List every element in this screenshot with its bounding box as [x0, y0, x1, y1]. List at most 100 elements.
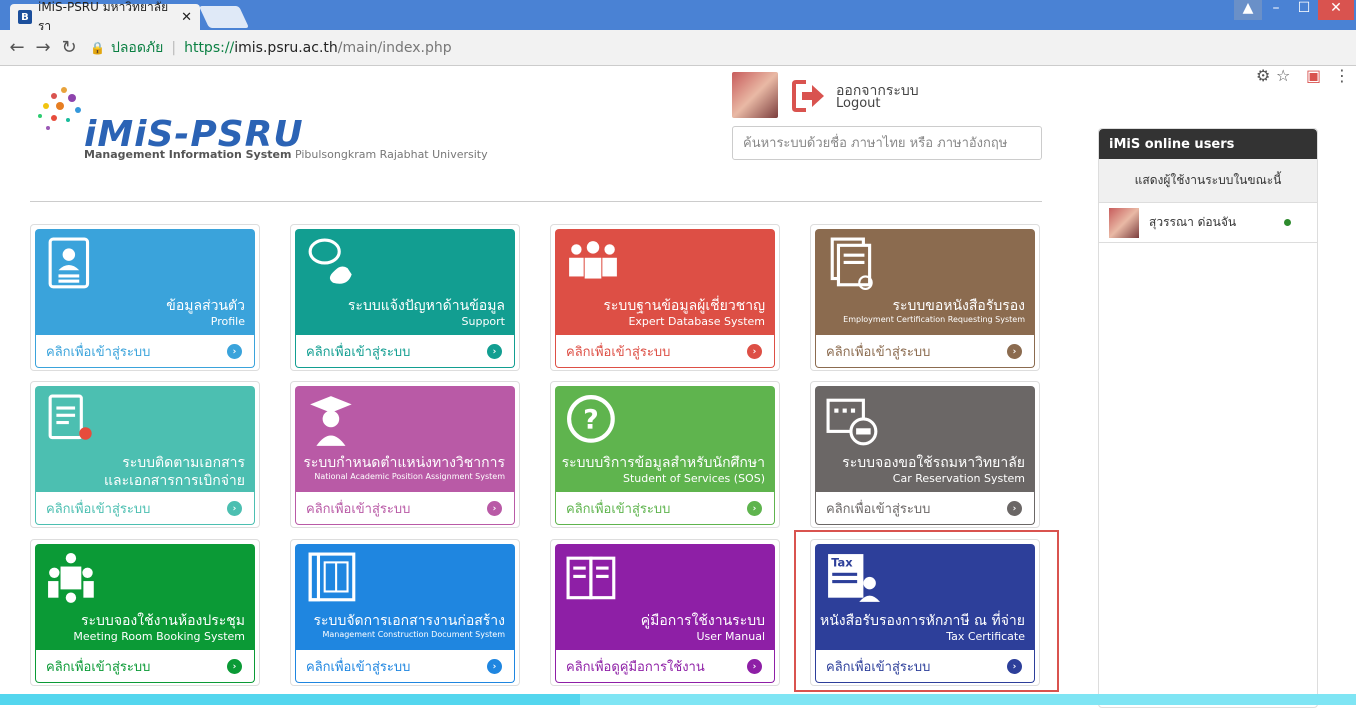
url-field[interactable]: 🔒 ปลอดภัย | https:// imis.psru.ac.th /ma…: [90, 35, 1250, 61]
system-card[interactable]: ระบบฐานข้อมูลผู้เชี่ยวชาญ Expert Database…: [550, 224, 780, 371]
card-title-en: Student of Services (SOS): [623, 472, 765, 485]
user-icon[interactable]: ▲: [1234, 0, 1262, 20]
window-controls: ▲ – ☐ ✕: [1234, 0, 1354, 20]
extension-icon[interactable]: ▣: [1306, 66, 1321, 85]
menu-icon[interactable]: ⋮: [1334, 66, 1350, 85]
avatar: [732, 72, 778, 118]
card-tile[interactable]: ข้อมูลส่วนตัว Profile: [35, 229, 255, 335]
lock-icon: 🔒: [90, 41, 105, 55]
card-title-en: Meeting Room Booking System: [73, 630, 245, 643]
logo-tag-bold: Management Information System: [84, 148, 292, 161]
online-user-name: สุวรรณา ด่อนจัน: [1149, 215, 1237, 229]
online-users-title: iMiS online users: [1099, 129, 1317, 159]
chevron-right-icon: ›: [487, 344, 502, 359]
card-title-th: คู่มือการใช้งานระบบ: [640, 613, 765, 629]
system-card[interactable]: ระบบจัดการเอกสารงานก่อสร้าง Management Co…: [290, 539, 520, 686]
url-separator: |: [171, 40, 177, 56]
card-enter-label: คลิกเพื่อเข้าสู่ระบบ: [306, 344, 411, 360]
maximize-icon[interactable]: ☐: [1290, 0, 1318, 20]
card-tile[interactable]: ระบบฐานข้อมูลผู้เชี่ยวชาญ Expert Database…: [555, 229, 775, 335]
card-title-en: Employment Certification Requesting Syst…: [843, 315, 1025, 324]
card-tile[interactable]: ระบบจองขอใช้รถมหาวิทยาลัย Car Reservation…: [815, 386, 1035, 492]
card-title-th: ข้อมูลส่วนตัว: [166, 298, 245, 314]
back-icon[interactable]: ←: [4, 37, 30, 58]
card-title-th: ระบบบริการข้อมูลสำหรับนักศึกษา: [561, 455, 765, 471]
card-enter-label: คลิกเพื่อเข้าสู่ระบบ: [826, 344, 931, 360]
close-window-icon[interactable]: ✕: [1318, 0, 1354, 20]
online-user-row: สุวรรณา ด่อนจัน: [1099, 203, 1317, 243]
experts-group-icon: [569, 241, 617, 279]
chevron-right-icon: ›: [487, 659, 502, 674]
card-tile[interactable]: ระบบขอหนังสือรับรอง Employment Certificat…: [815, 229, 1035, 335]
card-enter-label: คลิกเพื่อดูคู่มือการใช้งาน: [566, 659, 705, 675]
card-enter-label: คลิกเพื่อเข้าสู่ระบบ: [46, 659, 151, 675]
site-settings-icon[interactable]: ⚙: [1256, 66, 1270, 85]
browser-tab[interactable]: B iMiS-PSRU มหาวิทยาลัยรา ✕: [10, 0, 200, 33]
url-host: imis.psru.ac.th: [234, 40, 338, 56]
favicon-icon: B: [18, 10, 32, 24]
bookmark-star-icon[interactable]: ☆: [1276, 66, 1290, 85]
system-card[interactable]: ระบบจองใช้งานห้องประชุม Meeting Room Book…: [30, 539, 260, 686]
card-title-th: ระบบกำหนดตำแหน่งทางวิชาการ: [303, 455, 505, 471]
card-enter-link[interactable]: คลิกเพื่อเข้าสู่ระบบ ›: [555, 335, 775, 368]
card-tile[interactable]: ? ระบบบริการข้อมูลสำหรับนักศึกษา Student o…: [555, 386, 775, 492]
forward-icon[interactable]: →: [30, 37, 56, 58]
card-enter-label: คลิกเพื่อเข้าสู่ระบบ: [46, 344, 151, 360]
url-path: /main/index.php: [337, 40, 452, 56]
card-enter-label: คลิกเพื่อเข้าสู่ระบบ: [306, 501, 411, 517]
card-enter-link[interactable]: คลิกเพื่อดูคู่มือการใช้งาน ›: [555, 650, 775, 683]
card-tile[interactable]: ระบบจองใช้งานห้องประชุม Meeting Room Book…: [35, 544, 255, 650]
user-avatar: [1109, 207, 1139, 238]
chevron-right-icon: ›: [747, 501, 762, 516]
system-card[interactable]: คู่มือการใช้งานระบบ User Manual คลิกเพื่อด…: [550, 539, 780, 686]
system-card[interactable]: ? ระบบบริการข้อมูลสำหรับนักศึกษา Student o…: [550, 381, 780, 528]
chevron-right-icon: ›: [227, 501, 242, 516]
card-enter-label: คลิกเพื่อเข้าสู่ระบบ: [566, 344, 671, 360]
card-enter-label: คลิกเพื่อเข้าสู่ระบบ: [306, 659, 411, 675]
minimize-icon[interactable]: –: [1262, 0, 1290, 20]
card-title-th: ระบบแจ้งปัญหาด้านข้อมูล: [347, 298, 505, 314]
reload-icon[interactable]: ↻: [56, 37, 82, 58]
logout-icon[interactable]: [792, 80, 826, 112]
card-tile[interactable]: ระบบแจ้งปัญหาด้านข้อมูล Support: [295, 229, 515, 335]
card-tile[interactable]: ระบบจัดการเอกสารงานก่อสร้าง Management Co…: [295, 544, 515, 650]
system-card[interactable]: ระบบกำหนดตำแหน่งทางวิชาการ National Acade…: [290, 381, 520, 528]
card-enter-link[interactable]: คลิกเพื่อเข้าสู่ระบบ ›: [815, 492, 1035, 525]
card-enter-link[interactable]: คลิกเพื่อเข้าสู่ระบบ ›: [295, 492, 515, 525]
close-tab-icon[interactable]: ✕: [181, 10, 192, 25]
card-enter-label: คลิกเพื่อเข้าสู่ระบบ: [46, 501, 151, 517]
card-tile[interactable]: ระบบกำหนดตำแหน่งทางวิชาการ National Acade…: [295, 386, 515, 492]
system-card[interactable]: ข้อมูลส่วนตัว Profile คลิกเพื่อเข้าสู่ระบบ…: [30, 224, 260, 371]
card-tile[interactable]: คู่มือการใช้งานระบบ User Manual: [555, 544, 775, 650]
system-card[interactable]: ระบบขอหนังสือรับรอง Employment Certificat…: [810, 224, 1040, 371]
question-circle-icon: ?: [567, 395, 615, 443]
system-card[interactable]: ระบบแจ้งปัญหาด้านข้อมูล Support คลิกเพื่อเ…: [290, 224, 520, 371]
card-tile[interactable]: ระบบติดตามเอกสาร และเอกสารการเบิกจ่าย: [35, 386, 255, 492]
chevron-right-icon: ›: [227, 344, 242, 359]
profile-card-icon: [48, 237, 90, 289]
graduate-icon: [310, 396, 352, 446]
divider: [30, 201, 1042, 202]
chevron-right-icon: ›: [747, 659, 762, 674]
card-title-en: Expert Database System: [628, 315, 765, 328]
card-enter-link[interactable]: คลิกเพื่อเข้าสู่ระบบ ›: [295, 335, 515, 368]
card-enter-link[interactable]: คลิกเพื่อเข้าสู่ระบบ ›: [35, 650, 255, 683]
highlight-box: [794, 530, 1059, 692]
card-enter-link[interactable]: คลิกเพื่อเข้าสู่ระบบ ›: [295, 650, 515, 683]
system-card[interactable]: ระบบจองขอใช้รถมหาวิทยาลัย Car Reservation…: [810, 381, 1040, 528]
card-title-en: User Manual: [696, 630, 765, 643]
url-scheme: https://: [184, 40, 235, 56]
certificate-doc-icon: [830, 237, 873, 290]
search-input[interactable]: [732, 126, 1042, 160]
logout-label-en[interactable]: Logout: [836, 96, 881, 111]
new-tab-button[interactable]: [198, 6, 250, 28]
card-title-th: ระบบขอหนังสือรับรอง: [892, 298, 1025, 314]
card-title-th: ระบบจองขอใช้รถมหาวิทยาลัย: [842, 455, 1025, 471]
card-enter-link[interactable]: คลิกเพื่อเข้าสู่ระบบ ›: [555, 492, 775, 525]
card-enter-link[interactable]: คลิกเพื่อเข้าสู่ระบบ ›: [35, 335, 255, 368]
system-card[interactable]: ระบบติดตามเอกสาร และเอกสารการเบิกจ่าย คลิก…: [30, 381, 260, 528]
card-enter-link[interactable]: คลิกเพื่อเข้าสู่ระบบ ›: [35, 492, 255, 525]
card-enter-link[interactable]: คลิกเพื่อเข้าสู่ระบบ ›: [815, 335, 1035, 368]
bottom-bar-segment: [0, 694, 580, 705]
online-users-subtitle: แสดงผู้ใช้งานระบบในขณะนี้: [1099, 159, 1317, 203]
